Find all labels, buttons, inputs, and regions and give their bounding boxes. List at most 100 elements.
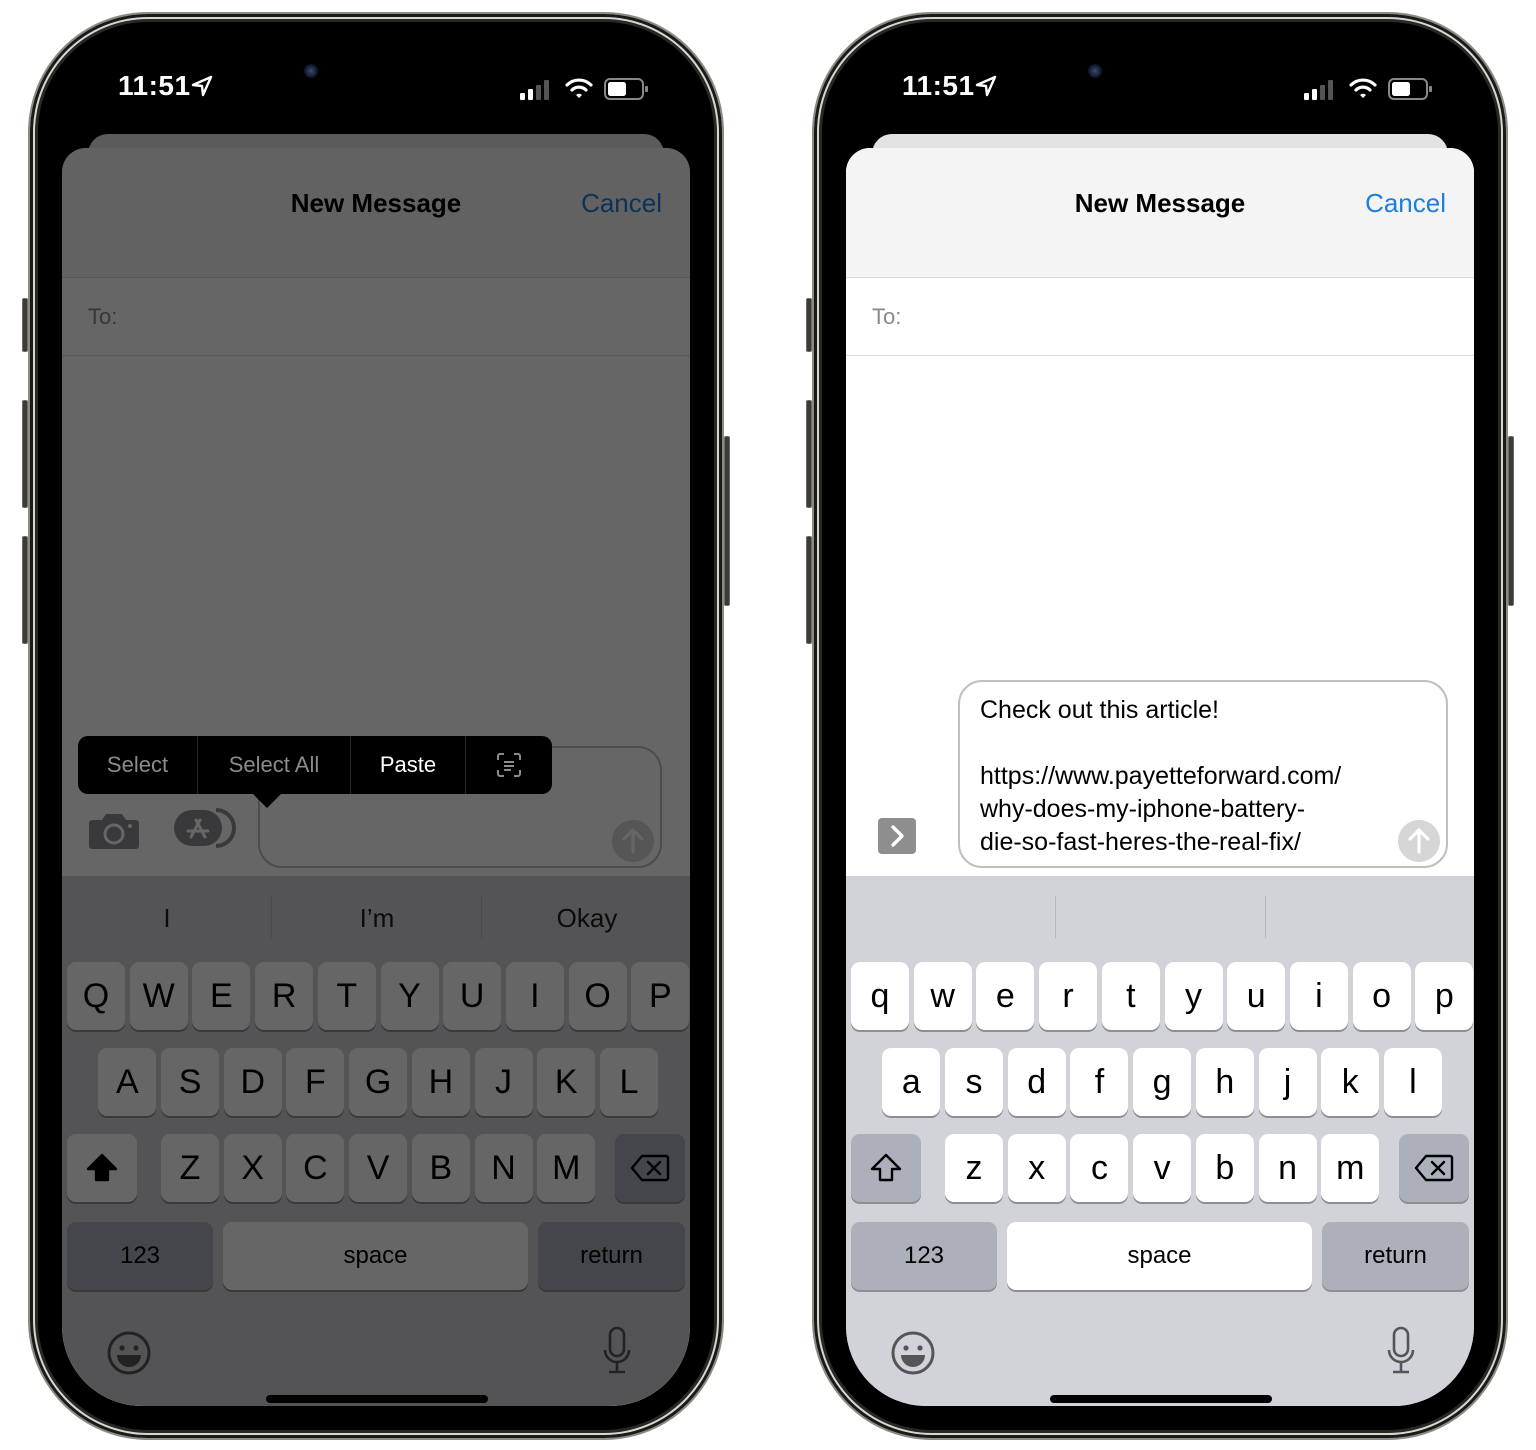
key-c[interactable]: c bbox=[1070, 1134, 1129, 1202]
key-k[interactable]: K bbox=[537, 1048, 596, 1116]
key-i[interactable]: I bbox=[505, 962, 564, 1030]
prediction-2[interactable] bbox=[1056, 876, 1266, 960]
recipient-input[interactable] bbox=[132, 292, 670, 342]
key-b[interactable]: B bbox=[411, 1134, 470, 1202]
key-r[interactable]: R bbox=[255, 962, 314, 1030]
expand-apps-button[interactable] bbox=[878, 818, 916, 854]
microphone-icon[interactable] bbox=[602, 1326, 632, 1376]
prediction-3[interactable]: Okay bbox=[482, 876, 690, 960]
key-i[interactable]: i bbox=[1289, 962, 1348, 1030]
key-k[interactable]: k bbox=[1321, 1048, 1380, 1116]
key-f[interactable]: F bbox=[286, 1048, 345, 1116]
key-w[interactable]: W bbox=[129, 962, 188, 1030]
space-key[interactable]: space bbox=[223, 1222, 528, 1290]
key-n[interactable]: N bbox=[474, 1134, 533, 1202]
prediction-1[interactable]: I bbox=[62, 876, 272, 960]
shift-icon bbox=[870, 1153, 902, 1182]
key-q[interactable]: Q bbox=[67, 962, 125, 1030]
numbers-key[interactable]: 123 bbox=[851, 1222, 997, 1290]
home-indicator[interactable] bbox=[266, 1395, 488, 1403]
emoji-icon[interactable] bbox=[890, 1330, 936, 1376]
screen: 11:51 New Message Cancel To: bbox=[62, 46, 690, 1406]
prediction-3[interactable] bbox=[1266, 876, 1474, 960]
scan-text-icon bbox=[497, 753, 521, 777]
key-u[interactable]: u bbox=[1227, 962, 1286, 1030]
volume-down-button bbox=[806, 536, 812, 644]
delete-key[interactable] bbox=[615, 1134, 685, 1202]
status-bar: 11:51 bbox=[846, 46, 1474, 136]
key-o[interactable]: O bbox=[568, 962, 627, 1030]
edit-context-menu: Select Select All Paste bbox=[78, 736, 552, 794]
prediction-2[interactable]: I’m bbox=[272, 876, 482, 960]
key-s[interactable]: S bbox=[161, 1048, 220, 1116]
key-q[interactable]: q bbox=[851, 962, 909, 1030]
key-l[interactable]: l bbox=[1383, 1048, 1442, 1116]
key-p[interactable]: P bbox=[631, 962, 690, 1030]
key-a[interactable]: a bbox=[882, 1048, 941, 1116]
home-indicator[interactable] bbox=[1050, 1395, 1272, 1403]
key-w[interactable]: w bbox=[913, 962, 972, 1030]
cancel-button[interactable]: Cancel bbox=[1365, 188, 1446, 219]
key-y[interactable]: y bbox=[1164, 962, 1223, 1030]
to-label: To: bbox=[872, 304, 902, 329]
shift-key[interactable] bbox=[67, 1134, 137, 1202]
paste-menu-item[interactable]: Paste bbox=[351, 736, 466, 794]
key-v[interactable]: V bbox=[349, 1134, 408, 1202]
key-o[interactable]: o bbox=[1352, 962, 1411, 1030]
microphone-icon[interactable] bbox=[1386, 1326, 1416, 1376]
prediction-1[interactable] bbox=[846, 876, 1056, 960]
nav-header: New Message Cancel bbox=[62, 148, 690, 278]
recipient-input[interactable] bbox=[916, 292, 1454, 342]
key-j[interactable]: j bbox=[1258, 1048, 1317, 1116]
key-x[interactable]: X bbox=[223, 1134, 282, 1202]
cellular-signal-icon bbox=[520, 80, 549, 100]
key-p[interactable]: p bbox=[1415, 962, 1474, 1030]
app-store-apps-icon[interactable] bbox=[172, 806, 236, 850]
key-m[interactable]: m bbox=[1321, 1134, 1380, 1202]
key-d[interactable]: d bbox=[1007, 1048, 1066, 1116]
key-z[interactable]: Z bbox=[161, 1134, 220, 1202]
key-u[interactable]: U bbox=[443, 962, 502, 1030]
key-t[interactable]: t bbox=[1101, 962, 1160, 1030]
key-a[interactable]: A bbox=[98, 1048, 157, 1116]
key-b[interactable]: b bbox=[1195, 1134, 1254, 1202]
key-n[interactable]: n bbox=[1258, 1134, 1317, 1202]
key-t[interactable]: T bbox=[317, 962, 376, 1030]
key-d[interactable]: D bbox=[223, 1048, 282, 1116]
select-all-menu-item[interactable]: Select All bbox=[198, 736, 351, 794]
shift-key[interactable] bbox=[851, 1134, 921, 1202]
key-y[interactable]: Y bbox=[380, 962, 439, 1030]
return-key[interactable]: return bbox=[1322, 1222, 1469, 1290]
key-c[interactable]: C bbox=[286, 1134, 345, 1202]
key-s[interactable]: s bbox=[945, 1048, 1004, 1116]
key-l[interactable]: L bbox=[599, 1048, 658, 1116]
key-f[interactable]: f bbox=[1070, 1048, 1129, 1116]
mute-switch bbox=[22, 298, 28, 352]
emoji-icon[interactable] bbox=[106, 1330, 152, 1376]
key-h[interactable]: H bbox=[411, 1048, 470, 1116]
key-m[interactable]: M bbox=[537, 1134, 596, 1202]
key-v[interactable]: v bbox=[1133, 1134, 1192, 1202]
delete-key[interactable] bbox=[1399, 1134, 1469, 1202]
cancel-button[interactable]: Cancel bbox=[581, 188, 662, 219]
key-g[interactable]: G bbox=[349, 1048, 408, 1116]
key-g[interactable]: g bbox=[1133, 1048, 1192, 1116]
key-h[interactable]: h bbox=[1195, 1048, 1254, 1116]
send-arrow-icon[interactable] bbox=[1398, 820, 1440, 862]
front-camera bbox=[304, 64, 318, 78]
key-e[interactable]: e bbox=[976, 962, 1035, 1030]
send-arrow-icon[interactable] bbox=[612, 820, 654, 862]
camera-icon[interactable] bbox=[88, 810, 140, 850]
key-e[interactable]: E bbox=[192, 962, 251, 1030]
scan-text-menu-item[interactable] bbox=[466, 736, 552, 794]
key-z[interactable]: z bbox=[945, 1134, 1004, 1202]
power-button bbox=[724, 436, 730, 606]
numbers-key[interactable]: 123 bbox=[67, 1222, 213, 1290]
key-r[interactable]: r bbox=[1039, 962, 1098, 1030]
message-input[interactable]: Check out this article! https://www.paye… bbox=[958, 680, 1448, 868]
space-key[interactable]: space bbox=[1007, 1222, 1312, 1290]
return-key[interactable]: return bbox=[538, 1222, 685, 1290]
select-menu-item[interactable]: Select bbox=[78, 736, 198, 794]
key-x[interactable]: x bbox=[1007, 1134, 1066, 1202]
key-j[interactable]: J bbox=[474, 1048, 533, 1116]
